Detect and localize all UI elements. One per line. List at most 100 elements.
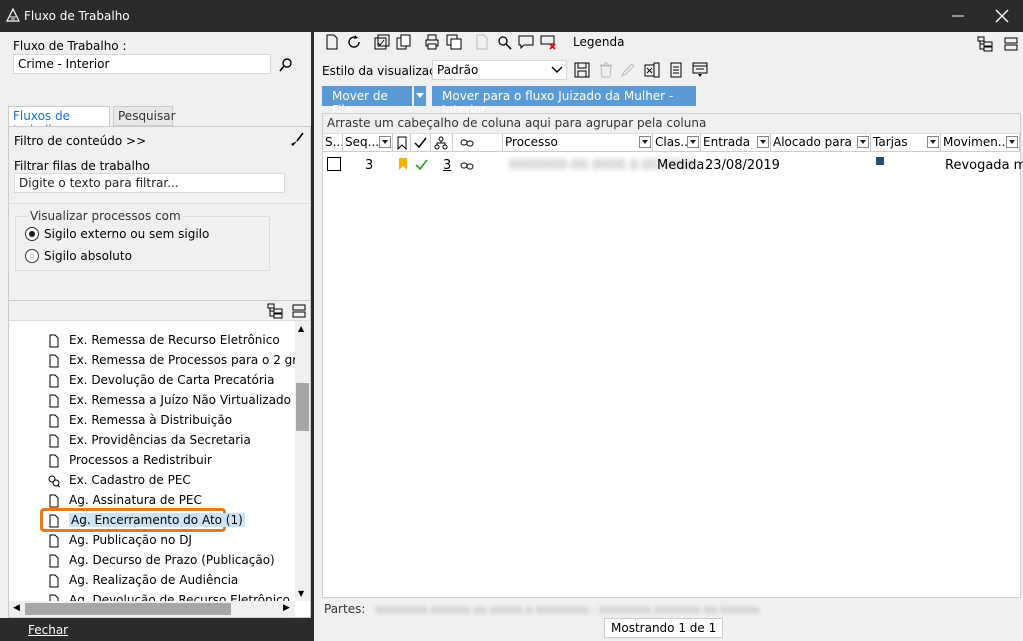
tree-item-label: Ag. Publicação no DJ [69,533,192,547]
filter-dropdown-icon[interactable] [1006,136,1018,148]
search-document-icon[interactable] [496,34,512,50]
legenda-label[interactable]: Legenda [573,35,624,49]
toolbar: Legenda [322,32,642,54]
tree-toolbar [9,301,310,321]
layout-icon[interactable] [692,62,708,78]
row-link-icon[interactable] [460,161,474,171]
save-icon[interactable] [574,62,590,78]
vertical-scroll-thumb[interactable] [296,383,309,431]
bookmark-icon [397,136,407,150]
collapse-tree-icon[interactable] [291,303,307,319]
remove-comment-icon[interactable] [540,34,556,50]
column-header-check[interactable] [411,134,431,152]
comment-icon[interactable] [518,34,534,50]
filter-dropdown-icon[interactable] [757,136,769,148]
column-header-link[interactable] [453,134,503,152]
bottom-bar: Fechar [0,618,311,641]
pec-icon [48,475,61,488]
refresh-icon[interactable] [346,34,362,50]
print-icon[interactable] [424,34,440,50]
radio-sigilo-absoluto[interactable] [25,249,39,263]
filter-dropdown-icon[interactable] [927,136,939,148]
document-icon [49,434,59,448]
edit-icon [620,63,635,78]
filter-dropdown-icon[interactable] [639,136,651,148]
divider [9,203,310,204]
document-icon [49,454,59,468]
column-header-bookmark[interactable] [393,134,411,152]
column-header-movimento[interactable]: Movimen... [941,134,1020,152]
hierarchy-icon [434,136,448,150]
mover-fluxo-button[interactable]: Mover para o fluxo Juizado da Mulher - I… [432,86,696,117]
fluxo-input[interactable]: Crime - Interior [13,54,271,74]
partes-label: Partes: [324,602,366,616]
horizontal-scrollbar[interactable]: ◀ ▶ [9,601,295,617]
tree-item-label: Ex. Remessa à Distribuição [69,413,233,427]
export-icon[interactable] [446,34,462,50]
filter-dropdown-icon[interactable] [379,136,391,148]
estilo-select[interactable]: Padrão [432,60,567,80]
fluxo-label: Fluxo de Trabalho : [13,39,127,53]
row-checkbox[interactable] [327,157,341,171]
column-header-alocado[interactable]: Alocado para ... [771,134,871,152]
mover-fila-button[interactable]: Mover de Fila [322,86,412,117]
expand-grid-icon[interactable] [977,36,993,52]
tab-pesquisar[interactable]: Pesquisar [113,106,176,126]
column-header-entrada[interactable]: Entrada [701,134,771,152]
tab-fluxos[interactable]: Fluxos de trabalho [8,106,110,137]
close-button[interactable] [992,6,1012,26]
fechar-button[interactable]: Fechar [28,623,68,637]
scroll-left-icon[interactable]: ◀ [13,603,20,613]
filter-dropdown-icon[interactable] [857,136,869,148]
filter-panel: Filtro de conteúdo >> Filtrar filas de t… [8,126,311,302]
filter-dropdown-icon[interactable] [687,136,699,148]
column-header-processo[interactable]: Processo [503,134,653,152]
scroll-up-icon[interactable]: ▲ [298,324,304,333]
scroll-down-icon[interactable]: ▼ [298,589,304,598]
new-document-icon[interactable] [324,34,340,50]
search-icon[interactable] [278,57,294,73]
mover-fila-dropdown[interactable] [414,86,426,106]
column-header-tarjas[interactable]: Tarjas [871,134,941,152]
minimize-button[interactable] [948,6,968,26]
row-seq: 3 [365,158,374,173]
caret-down-icon [416,93,424,98]
column-header-s[interactable]: S... [323,134,343,152]
check-icon [414,137,427,148]
document-icon [49,374,59,388]
collapse-grid-icon[interactable] [1003,36,1019,52]
workflow-tree: Ex. Remessa de Recurso Eletrônico Ex. Rem… [8,300,311,618]
document-icon [49,334,59,348]
tree-item-label: Ex. Remessa a Juízo Não Virtualizado (Im… [69,393,311,407]
document-icon [49,554,59,568]
tree-item-label: Ex. Providências da Secretaria [69,433,251,447]
tree-item-label: Ag. Encerramento do Ato (1) [69,513,245,527]
brush-icon[interactable] [289,132,305,148]
right-panel: Legenda Estilo da visualização Padrão Mo… [314,32,1023,641]
chevron-down-icon [551,66,563,73]
tarja-badge [876,157,884,165]
partes-value: xxxxxxxx xxxxxx xx xxxxx x xxxxxxxx - xx… [375,603,760,616]
report-icon[interactable] [668,62,684,78]
radio-sigilo-externo[interactable] [25,227,39,241]
title-bar: Fluxo de Trabalho [0,0,1023,32]
column-header-seq[interactable]: Seq... [343,134,393,152]
row-tree-count[interactable]: 3 [443,158,451,176]
check-all-icon[interactable] [374,34,390,50]
filter-input[interactable]: Digite o texto para filtrar... [14,173,285,193]
copy-icon[interactable] [396,34,412,50]
row-movimento: Revogada m [945,158,1023,173]
disabled-action-icon [476,34,488,50]
tree-item-label: Ex. Remessa de Recurso Eletrônico [69,333,280,347]
column-header-classe[interactable]: Clas... [653,134,701,152]
column-header-tree[interactable] [431,134,453,152]
horizontal-scroll-thumb[interactable] [25,603,231,615]
group-title: Visualizar processos com [28,209,183,223]
tree-item-label: Ag. Assinatura de PEC [69,493,202,507]
expand-tree-icon[interactable] [267,303,283,319]
vertical-scrollbar[interactable]: ▲ ▼ [295,321,310,601]
excel-icon[interactable] [644,62,660,78]
bookmark-flag-icon [399,158,407,170]
scroll-right-icon[interactable]: ▶ [283,603,290,613]
filtro-conteudo-link[interactable]: Filtro de conteúdo >> [14,134,146,148]
